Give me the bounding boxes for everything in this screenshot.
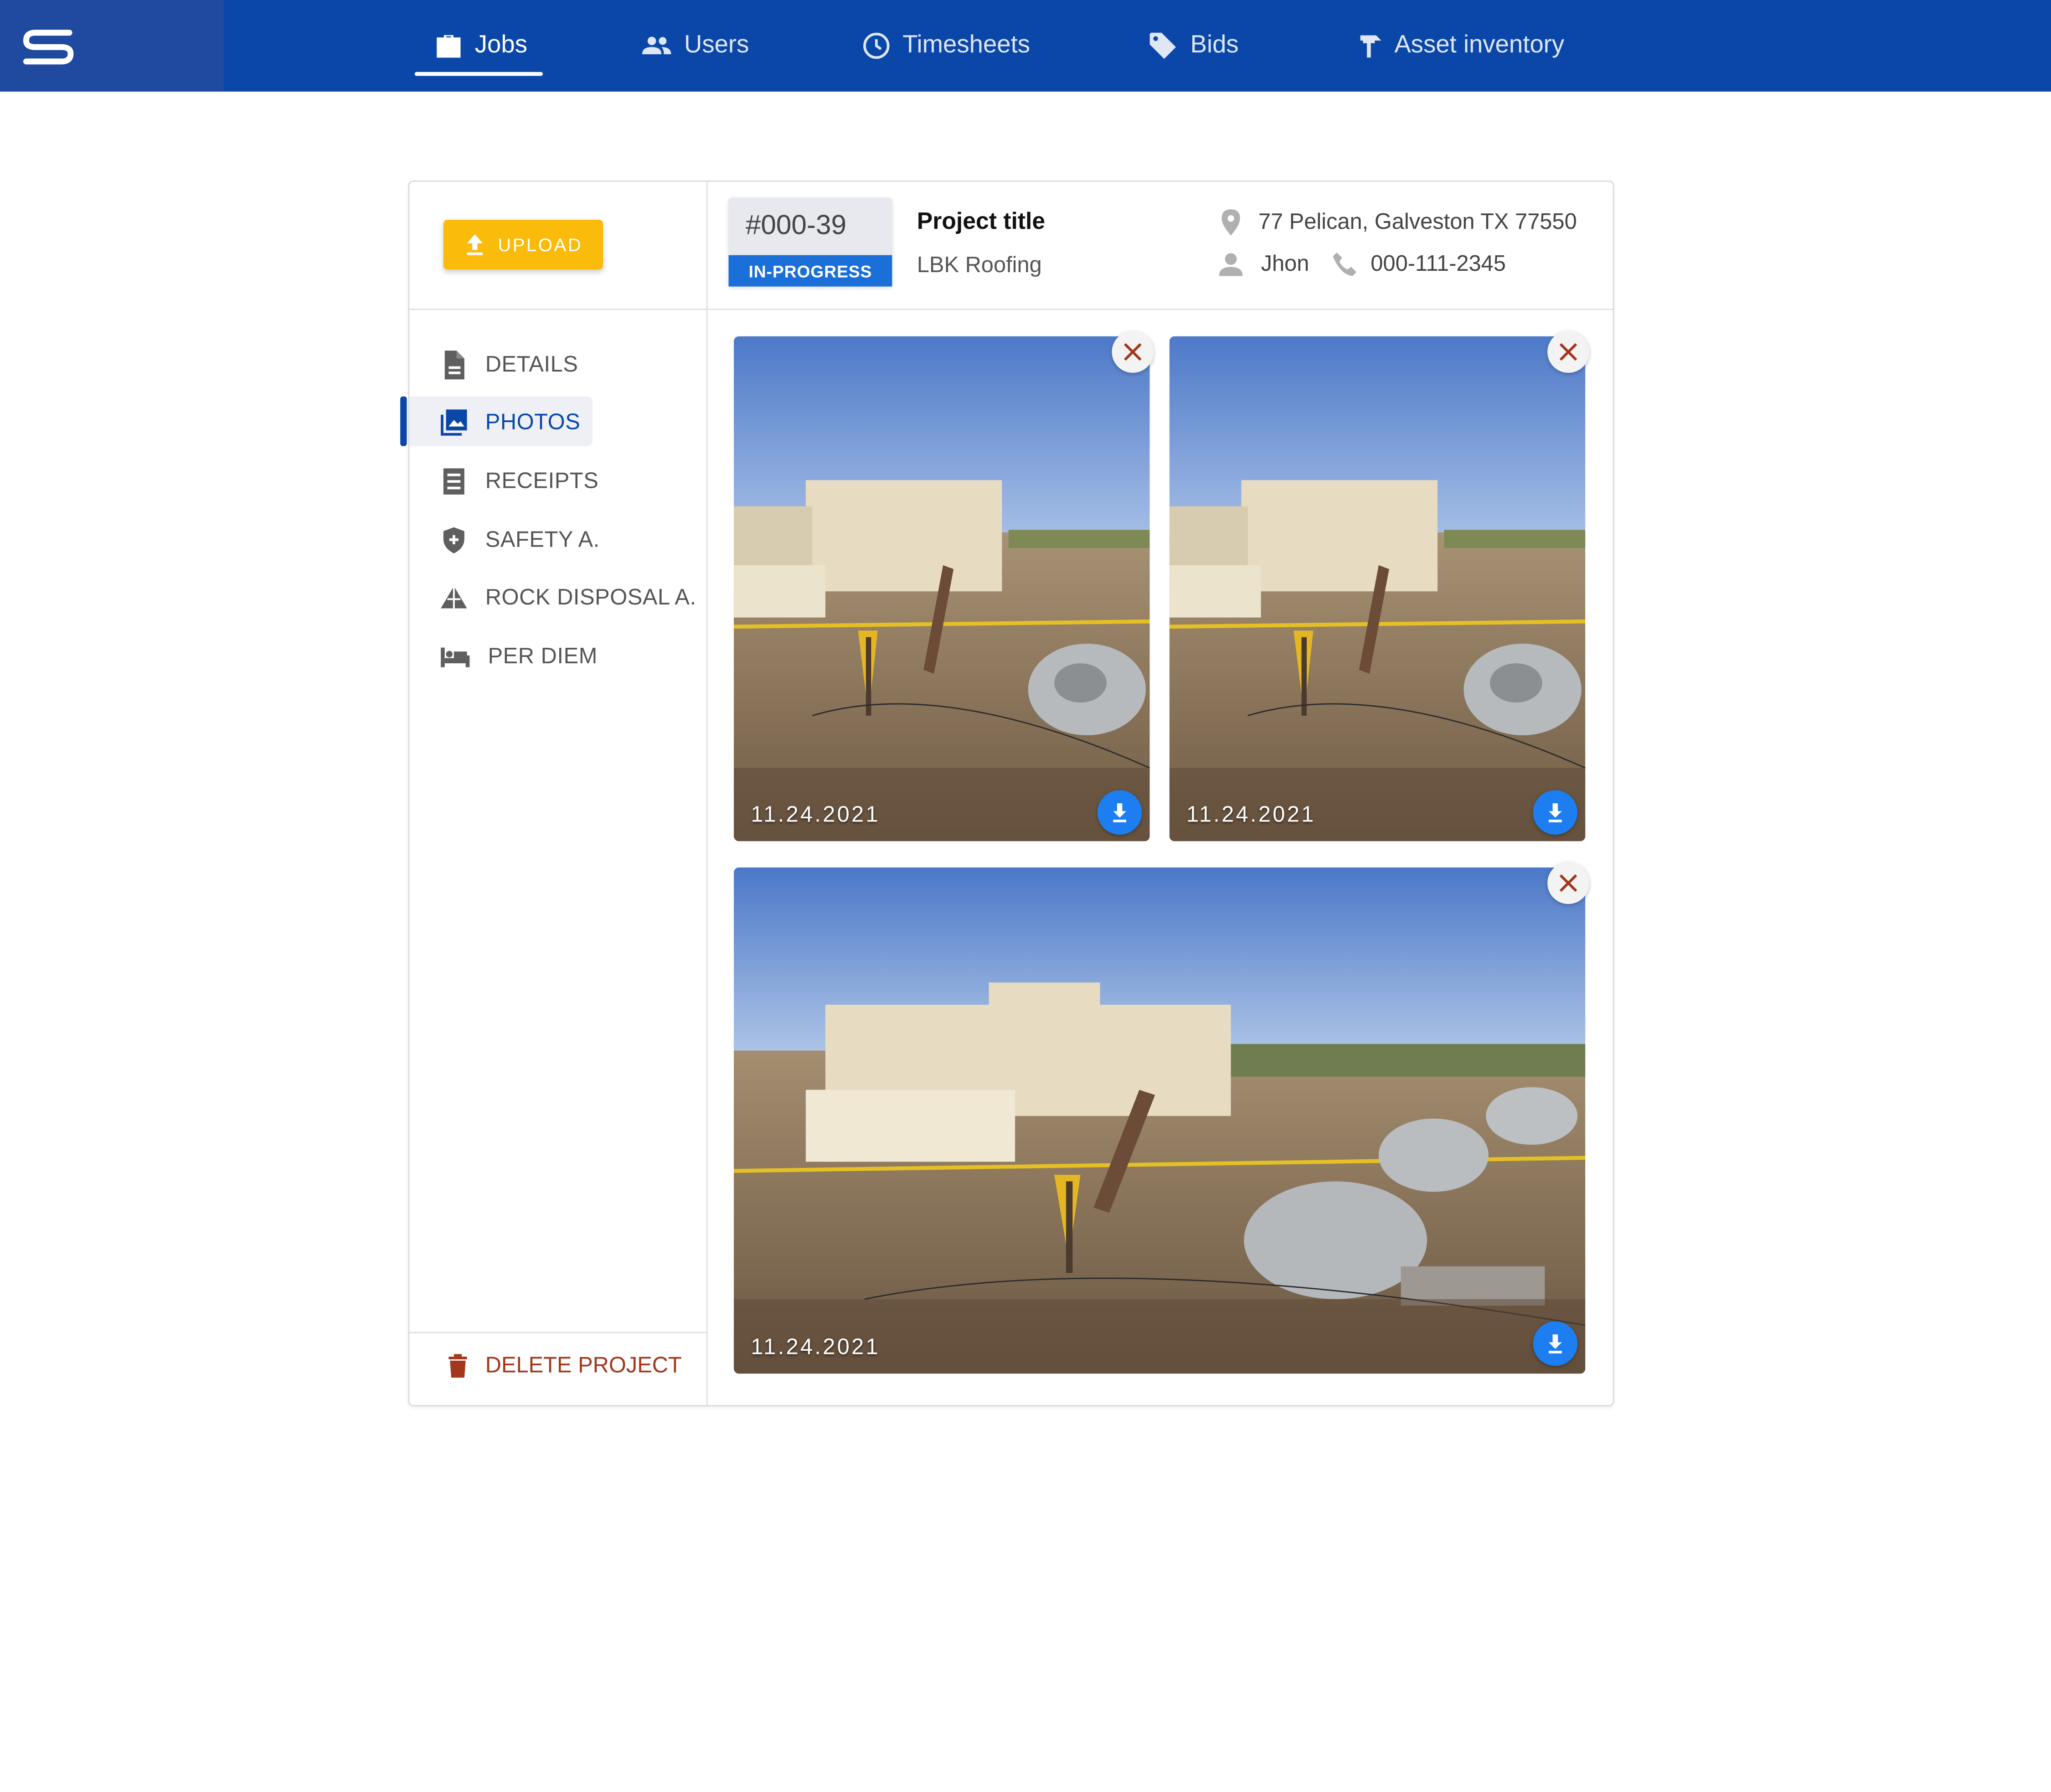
document-icon (444, 351, 464, 380)
photo-card[interactable]: 11.24.2021 (1169, 336, 1586, 842)
sidebar-item-label: ROCK DISPOSAL A. (485, 584, 696, 610)
upload-button[interactable]: UPLOAD (443, 220, 603, 270)
photo-library-icon (441, 409, 467, 436)
address-row: 77 Pelican, Galveston TX 77550 (1218, 208, 1577, 237)
sidebar-item-receipts[interactable]: RECEIPTS (439, 462, 598, 501)
download-button[interactable] (1533, 790, 1578, 835)
hammer-icon (1360, 35, 1381, 58)
nav-asset-inventory[interactable]: Asset inventory (1359, 0, 1564, 92)
download-button[interactable] (1097, 790, 1142, 835)
person-icon (1219, 253, 1243, 276)
download-icon (1113, 803, 1126, 822)
nav-timesheets[interactable]: Timesheets (862, 0, 1030, 92)
contact-row: Jhon 000-111-2345 (1218, 251, 1506, 277)
nav-bids[interactable]: Bids (1149, 0, 1239, 92)
rooftop-photo (734, 336, 1150, 842)
sidebar-item-per-diem[interactable]: PER DIEM (439, 637, 598, 677)
address-text: 77 Pelican, Galveston TX 77550 (1258, 209, 1577, 234)
sidebar-item-details[interactable]: DETAILS (439, 346, 578, 385)
photo-date: 11.24.2021 (751, 802, 880, 827)
job-id-box: #000-39 IN-PROGRESS (728, 197, 892, 287)
app-logo[interactable] (0, 0, 224, 92)
photo-date: 11.24.2021 (1186, 802, 1316, 827)
rooftop-photo (734, 867, 1586, 1374)
sidebar-active-indicator (400, 396, 407, 446)
close-icon (1559, 874, 1577, 892)
upload-icon (466, 234, 482, 255)
tag-icon (1149, 32, 1176, 59)
download-icon (1548, 803, 1562, 822)
remove-photo-button[interactable] (1112, 331, 1154, 373)
nav-asset-inventory-label: Asset inventory (1394, 31, 1565, 59)
close-icon (1559, 343, 1577, 361)
sidebar-item-photos[interactable]: PHOTOS (439, 403, 580, 442)
rock-icon (441, 586, 467, 609)
company-name: LBK Roofing (917, 252, 1042, 278)
remove-photo-button[interactable] (1547, 331, 1589, 373)
phone-icon (1333, 252, 1356, 276)
card-header-divider (409, 309, 1613, 310)
delete-project-label: DELETE PROJECT (485, 1353, 682, 1378)
users-icon (642, 36, 671, 54)
status-badge: IN-PROGRESS (728, 255, 892, 287)
photo-card[interactable]: 11.24.2021 (734, 867, 1586, 1374)
card-vertical-divider (706, 181, 708, 1405)
photo-card[interactable]: 11.24.2021 (734, 336, 1150, 842)
top-navigation-bar: Jobs Users Timesheets Bids Asset invento… (0, 0, 2051, 92)
nav-active-indicator (414, 72, 543, 76)
shield-icon (443, 527, 464, 553)
sidebar-footer-divider (409, 1332, 706, 1333)
delete-project-button[interactable]: DELETE PROJECT (448, 1348, 682, 1384)
job-id: #000-39 (745, 211, 847, 241)
nav-users-label: Users (684, 31, 749, 59)
project-title: Project title (917, 208, 1046, 234)
sidebar-item-label: PHOTOS (485, 409, 581, 434)
photo-date: 11.24.2021 (751, 1334, 880, 1359)
clock-icon (863, 32, 890, 59)
nav-users[interactable]: Users (641, 0, 749, 92)
nav-timesheets-label: Timesheets (902, 31, 1031, 59)
sidebar-item-rock-disposal[interactable]: ROCK DISPOSAL A. (439, 578, 696, 617)
close-icon (1124, 343, 1142, 361)
rooftop-photo (1169, 336, 1586, 842)
receipt-icon (443, 468, 464, 495)
location-pin-icon (1221, 209, 1240, 236)
sidebar-item-label: SAFETY A. (485, 527, 600, 553)
briefcase-icon (437, 35, 461, 58)
sidebar-item-label: RECEIPTS (485, 468, 599, 493)
nav-bids-label: Bids (1190, 31, 1239, 59)
download-button[interactable] (1533, 1321, 1578, 1366)
logo-s-icon (23, 30, 74, 65)
phone-number: 000-111-2345 (1371, 251, 1506, 276)
contact-name: Jhon (1261, 251, 1309, 276)
remove-photo-button[interactable] (1547, 862, 1589, 904)
sidebar-item-safety[interactable]: SAFETY A. (439, 521, 599, 560)
nav-jobs[interactable]: Jobs (434, 0, 527, 92)
upload-label: UPLOAD (498, 234, 583, 255)
sidebar-item-label: DETAILS (485, 352, 578, 377)
download-icon (1548, 1334, 1562, 1353)
bed-icon (441, 647, 470, 667)
nav-jobs-label: Jobs (474, 31, 527, 59)
sidebar-item-label: PER DIEM (488, 643, 598, 669)
trash-icon (448, 1354, 467, 1378)
